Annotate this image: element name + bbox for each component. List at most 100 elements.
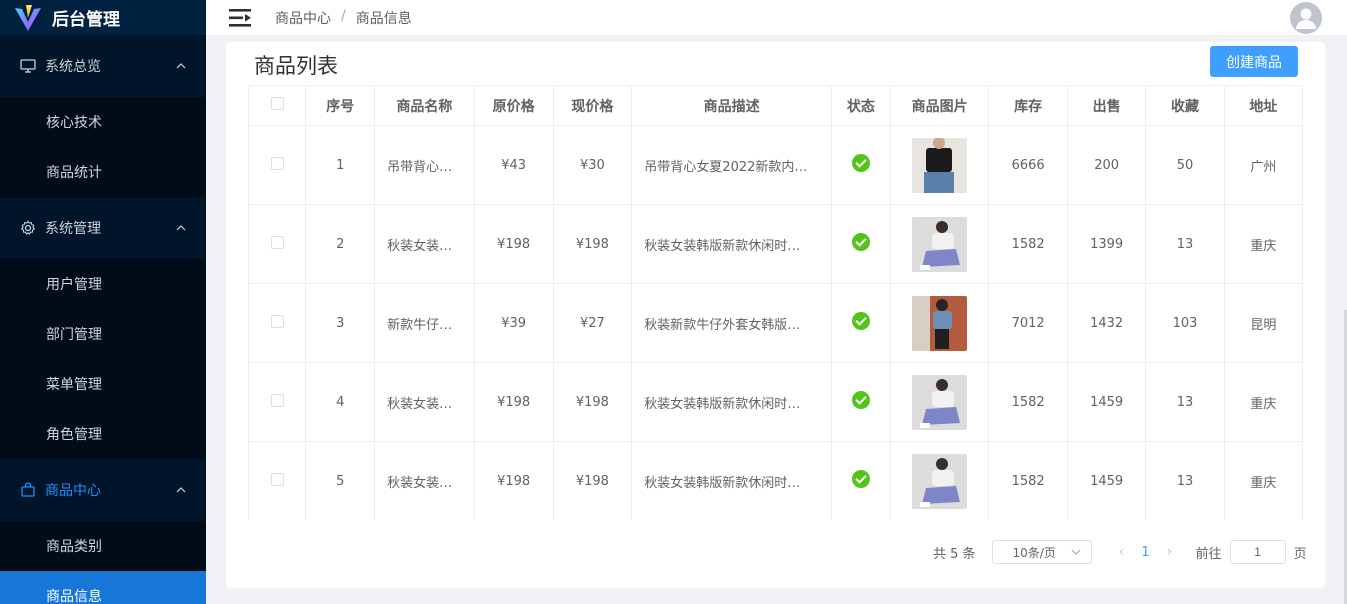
cell-fav: 50 [1145,125,1225,205]
breadcrumb: 商品中心 / 商品信息 [275,8,412,28]
cell-sold: 1459 [1066,441,1147,520]
row-checkbox[interactable] [270,314,284,328]
cell-sold: 200 [1066,125,1147,205]
goods-table: 序号 商品名称 原价格 现价格 商品描述 状态 商品图片 库存 出售 收藏 地址… [248,85,1303,520]
cell-sold: 1459 [1066,362,1147,442]
sidebar-item-goods-info[interactable]: 商品信息 [0,571,206,604]
select-all-cell [248,85,307,126]
table-row[interactable]: 4 秋装女装… ¥198 ¥198 秋装女装韩版新款休闲时… 1582 1459 13 重庆 [248,362,1303,442]
sidebar-item-roles[interactable]: 角色管理 [0,409,206,459]
cell-new-price: ¥198 [552,204,633,284]
menu-group-label: 商品中心 [45,483,101,499]
prev-page-button[interactable]: ‹ [1110,544,1134,560]
cell-name: 吊带背心… [374,125,475,205]
cell-name: 秋装女装… [374,362,475,442]
goods-thumbnail[interactable] [912,216,968,272]
goods-thumbnail[interactable] [912,453,968,509]
cell-addr: 重庆 [1223,441,1303,520]
next-page-button[interactable]: › [1158,544,1182,560]
sidebar-item-users[interactable]: 用户管理 [0,259,206,309]
column-header: 序号 [305,85,376,126]
select-all-checkbox[interactable] [270,97,284,110]
page-number[interactable]: 1 [1134,545,1158,560]
cell-image [889,125,990,205]
row-checkbox[interactable] [270,235,284,249]
row-select-cell [248,362,307,442]
cell-addr: 昆明 [1223,283,1303,363]
app-title: 后台管理 [52,10,120,30]
cell-addr: 重庆 [1223,362,1303,442]
cell-desc: 秋装女装韩版新款休闲时… [631,204,832,284]
row-select-cell [248,441,307,520]
goods-thumbnail[interactable] [912,295,968,351]
goods-thumbnail[interactable] [912,137,968,193]
table-header-row: 序号 商品名称 原价格 现价格 商品描述 状态 商品图片 库存 出售 收藏 地址 [248,85,1303,126]
page-size-value: 10条/页 [1012,545,1056,560]
cell-index: 1 [305,125,376,205]
cell-addr: 重庆 [1223,204,1303,284]
goods-table-wrapper[interactable]: 序号 商品名称 原价格 现价格 商品描述 状态 商品图片 库存 出售 收藏 地址… [248,85,1303,520]
column-header: 原价格 [473,85,554,126]
cell-old-price: ¥198 [473,362,554,442]
sidebar-item-departments[interactable]: 部门管理 [0,309,206,359]
goods-list-card: 商品列表 创建商品 序号 商品名称 原价格 现价格 商品描述 状态 商品图片 库… [226,42,1325,588]
page-size-select[interactable]: 10条/页 [991,540,1092,564]
check-circle-icon [851,312,870,330]
sidebar-item-goods-category[interactable]: 商品类别 [0,521,206,571]
cell-name: 新款牛仔… [374,283,475,363]
sidebar: 后台管理 系统总览 核心技术 商品统计 系统管理 用户管理 部门管理 菜单管理 … [0,0,206,604]
chevron-up-icon [176,225,186,231]
cell-sold: 1432 [1066,283,1147,363]
column-header: 商品图片 [889,85,990,126]
sidebar-item-core-tech[interactable]: 核心技术 [0,97,206,147]
cell-new-price: ¥30 [552,125,633,205]
menu-group-system[interactable]: 系统管理 [0,197,206,259]
cell-fav: 13 [1145,362,1225,442]
menu-group-goods[interactable]: 商品中心 [0,459,206,521]
cell-old-price: ¥43 [473,125,554,205]
menu-group-label: 系统管理 [45,221,101,237]
table-row[interactable]: 1 吊带背心… ¥43 ¥30 吊带背心女夏2022新款内… 6666 200 50 广州 [248,125,1303,205]
logo[interactable]: 后台管理 [0,0,206,35]
sidebar-item-label: 部门管理 [46,327,102,343]
row-checkbox[interactable] [270,156,284,170]
check-circle-icon [851,391,870,409]
column-header: 商品描述 [631,85,832,126]
row-select-cell [248,125,307,205]
chevron-up-icon [176,63,186,69]
table-row[interactable]: 3 新款牛仔… ¥39 ¥27 秋装新款牛仔外套女韩版… 7012 1432 103 昆明 [248,283,1303,363]
cell-desc-text: 秋装新款牛仔外套女韩版… [644,317,801,333]
row-checkbox[interactable] [270,393,284,407]
column-header: 地址 [1223,85,1303,126]
pagination-total: 共 5 条 [933,546,976,562]
cell-index: 2 [305,204,376,284]
goto-label: 前往 [1195,546,1222,562]
sidebar-item-label: 菜单管理 [46,377,102,393]
menu-group-overview[interactable]: 系统总览 [0,35,206,97]
cell-old-price: ¥39 [473,283,554,363]
cell-stock: 1582 [988,441,1068,520]
column-header: 状态 [830,85,891,126]
cell-fav: 13 [1145,204,1225,284]
goods-thumbnail[interactable] [912,374,968,430]
cell-status [830,362,891,442]
cell-stock: 1582 [988,362,1068,442]
check-circle-icon [851,154,870,172]
goto-page-input[interactable] [1229,540,1286,564]
sidebar-item-label: 角色管理 [46,427,102,443]
cell-image [889,283,990,363]
avatar[interactable] [1290,2,1322,34]
cell-stock: 6666 [988,125,1068,205]
cell-stock: 1582 [988,204,1068,284]
breadcrumb-item-goods-center[interactable]: 商品中心 [275,8,331,28]
cell-name: 秋装女装… [374,204,475,284]
create-goods-button[interactable]: 创建商品 [1210,46,1298,77]
sidebar-item-menus[interactable]: 菜单管理 [0,359,206,409]
column-header: 商品名称 [374,85,475,126]
cell-desc: 秋装女装韩版新款休闲时… [631,362,832,442]
table-row[interactable]: 2 秋装女装… ¥198 ¥198 秋装女装韩版新款休闲时… 1582 1399 13 重庆 [248,204,1303,284]
sidebar-item-goods-stats[interactable]: 商品统计 [0,147,206,197]
row-checkbox[interactable] [270,472,284,486]
collapse-menu-icon[interactable] [229,7,253,29]
table-row[interactable]: 5 秋装女装… ¥198 ¥198 秋装女装韩版新款休闲时… 1582 1459 13 重庆 [248,441,1303,520]
